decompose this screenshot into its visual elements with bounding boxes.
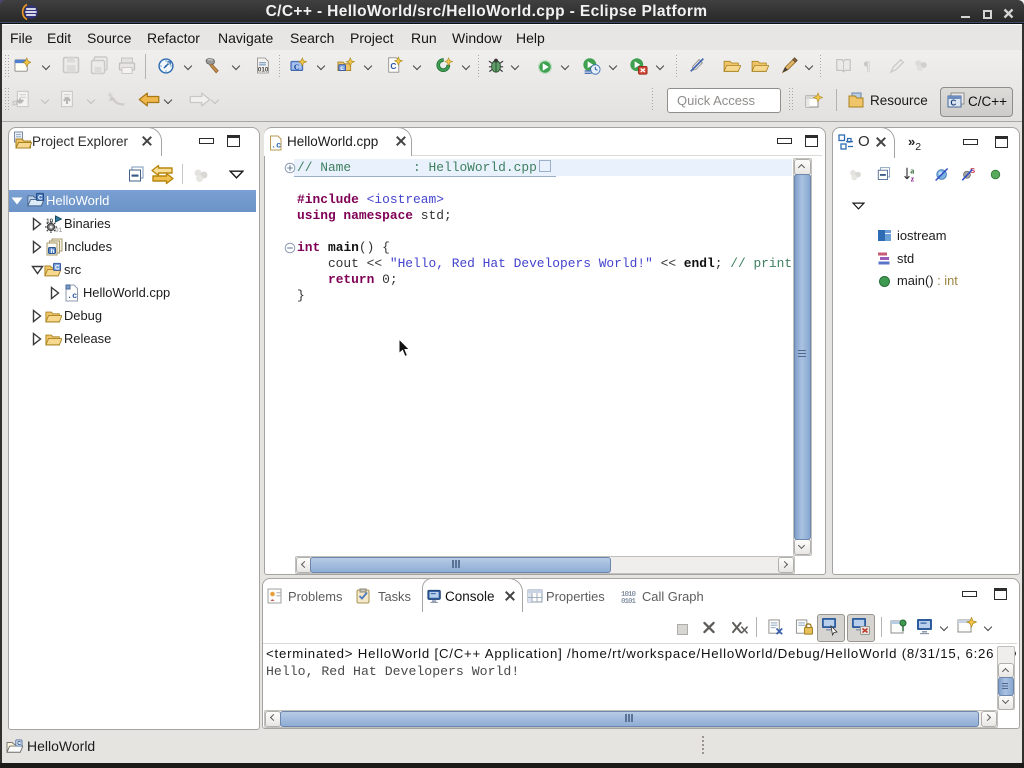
svg-text:C: C [55, 264, 60, 271]
svg-text:C: C [390, 61, 396, 71]
svg-text:0101: 0101 [621, 598, 637, 604]
svg-text:C: C [294, 62, 300, 71]
svg-text:01: 01 [55, 227, 62, 233]
svg-text:z: z [911, 174, 915, 183]
svg-text:C: C [17, 741, 21, 747]
svg-text:h: h [51, 248, 55, 255]
svg-text:C: C [38, 194, 43, 201]
svg-text:.c: .c [67, 291, 77, 301]
svg-text:¶: ¶ [864, 58, 871, 74]
svg-text:c: c [340, 65, 344, 72]
svg-text:C: C [951, 99, 957, 108]
svg-text:.c: .c [271, 141, 281, 151]
svg-text:010: 010 [258, 67, 269, 74]
